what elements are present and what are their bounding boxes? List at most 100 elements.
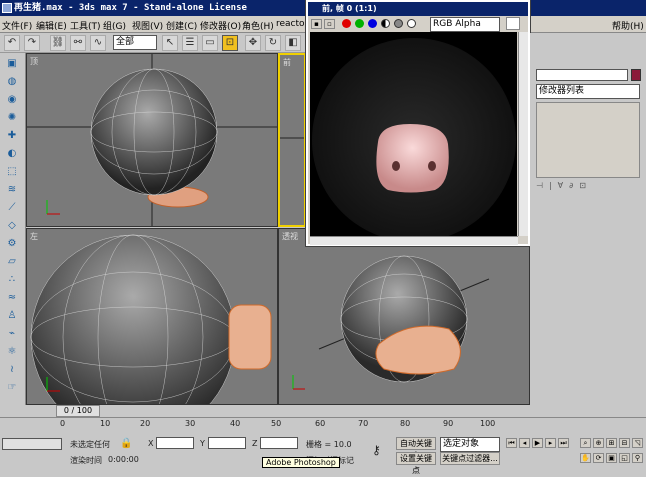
channel-dropdown[interactable]: RGB Alpha	[430, 17, 500, 32]
undo-icon[interactable]: ↶	[4, 35, 20, 51]
render-vertical-scrollbar[interactable]	[518, 32, 528, 236]
arc-rotate-icon[interactable]: ⟳	[593, 453, 604, 463]
menu-character[interactable]: 角色(H)	[242, 19, 274, 32]
selection-status: 未选定任何	[70, 440, 110, 449]
previous-frame-icon[interactable]: ◂	[519, 438, 530, 448]
set-key-button[interactable]: 设置关键点	[396, 452, 436, 475]
frame-counter[interactable]: 0 / 100	[56, 405, 100, 417]
window-crossing-icon[interactable]: ⊡	[222, 35, 238, 51]
select-rotate-icon[interactable]: ↻	[265, 35, 281, 51]
dynamics-icon[interactable]: ⌁	[3, 327, 21, 341]
modifier-stack[interactable]	[536, 102, 640, 178]
viewport-perspective[interactable]: 透视	[278, 228, 530, 405]
menu-views[interactable]: 视图(V)	[132, 19, 163, 32]
maxscript-listener[interactable]	[2, 438, 62, 450]
zoom-icon[interactable]: ⌕	[580, 438, 591, 448]
next-frame-icon[interactable]: ▸	[545, 438, 556, 448]
field-of-view-icon[interactable]: ◹	[632, 438, 643, 448]
pan-icon[interactable]: ☞	[3, 381, 21, 395]
y-coordinate-field[interactable]	[208, 437, 246, 449]
key-icon[interactable]: ⚷	[372, 443, 381, 457]
plane-icon[interactable]: ▱	[3, 255, 21, 269]
rect-selection-icon[interactable]: ▭	[202, 35, 218, 51]
green-channel-icon[interactable]	[355, 19, 364, 28]
sphere-icon[interactable]: ◉	[3, 93, 21, 107]
z-coordinate-field[interactable]	[260, 437, 298, 449]
bone-icon[interactable]: ✚	[3, 129, 21, 143]
menu-create[interactable]: 创建(C)	[166, 19, 197, 32]
stack-controls[interactable]: ⊣|∀∂⊡	[536, 181, 640, 191]
zoom-extents-all-icon[interactable]: ⊟	[619, 438, 630, 448]
zoom-extents-icon[interactable]: ⊞	[606, 438, 617, 448]
loft-icon[interactable]: ⟋	[3, 201, 21, 215]
link-icon[interactable]: ⛓	[50, 35, 66, 51]
select-by-name-icon[interactable]: ☰	[182, 35, 198, 51]
red-channel-icon[interactable]	[342, 19, 351, 28]
x-label: X	[148, 439, 154, 448]
reactor-icon[interactable]: ⚛	[3, 345, 21, 359]
selection-filter-dropdown[interactable]: 全部	[113, 35, 157, 50]
wind-icon[interactable]: ≈	[3, 291, 21, 305]
play-icon[interactable]: ▶	[532, 438, 543, 448]
menu-tools[interactable]: 工具(T)	[70, 19, 101, 32]
time-slider[interactable]: 0 / 100	[26, 405, 530, 417]
save-icon[interactable]: ▪	[311, 19, 322, 29]
maximize-viewport-icon[interactable]: ▣	[606, 453, 617, 463]
clear-icon[interactable]	[407, 19, 416, 28]
menu-help[interactable]: 帮助(H)	[612, 19, 644, 32]
redo-icon[interactable]: ↷	[24, 35, 40, 51]
auto-key-button[interactable]: 自动关键点	[396, 437, 436, 460]
viewport-top[interactable]: 顶	[26, 53, 278, 227]
walkthrough-icon[interactable]: ⚲	[632, 453, 643, 463]
object-name-field[interactable]	[536, 69, 628, 81]
color-swatch[interactable]	[506, 17, 520, 30]
render-window-title-bar: 前, 帧 0 (1:1)	[308, 2, 528, 16]
tick-50: 50	[271, 419, 282, 428]
mono-icon[interactable]	[394, 19, 403, 28]
x-coordinate-field[interactable]	[156, 437, 194, 449]
pan-view-icon[interactable]: ✋	[580, 453, 591, 463]
bind-spacewarp-icon[interactable]: ∿	[90, 35, 106, 51]
viewport-front[interactable]: 前	[278, 53, 306, 227]
top-view-render	[27, 54, 277, 226]
menu-modifiers[interactable]: 修改器(O)	[200, 19, 241, 32]
blue-channel-icon[interactable]	[368, 19, 377, 28]
shape-icon[interactable]: ◇	[3, 219, 21, 233]
alpha-channel-icon[interactable]	[381, 19, 390, 28]
modifier-list-dropdown[interactable]: 修改器列表	[536, 84, 640, 99]
menu-file[interactable]: 文件(F)	[2, 19, 32, 32]
gear-icon[interactable]: ⚙	[3, 237, 21, 251]
helper-icon[interactable]: ⬚	[3, 165, 21, 179]
go-to-start-icon[interactable]: ⏮	[506, 438, 517, 448]
menu-group[interactable]: 组(G)	[103, 19, 126, 32]
menu-reactor[interactable]: reactor	[276, 19, 308, 29]
left-toolbar: ▣ ◍ ◉ ✺ ✚ ◐ ⬚ ≋ ⟋ ◇ ⚙ ▱ ∴ ≈ ♙ ⌁ ⚛ ≀ ☞	[0, 53, 26, 405]
key-filters-button[interactable]: 关键点过滤器...	[440, 452, 500, 465]
menu-edit[interactable]: 编辑(E)	[36, 19, 67, 32]
water-icon[interactable]: ≀	[3, 363, 21, 377]
camera-icon[interactable]: ◐	[3, 147, 21, 161]
unlink-icon[interactable]: ⚯	[70, 35, 86, 51]
light-icon[interactable]: ✺	[3, 111, 21, 125]
viewport-left[interactable]: 左	[26, 228, 278, 405]
lock-icon[interactable]: 🔒	[120, 438, 132, 449]
object-color-swatch[interactable]	[631, 69, 641, 81]
go-to-end-icon[interactable]: ⏭	[558, 438, 569, 448]
spacewarp-icon[interactable]: ≋	[3, 183, 21, 197]
zoom-all-icon[interactable]: ⊕	[593, 438, 604, 448]
zoom-region-icon[interactable]: ◱	[619, 453, 630, 463]
track-bar[interactable]: 0 10 20 30 40 50 60 70 80 90 100	[0, 417, 646, 435]
select-scale-icon[interactable]: ◧	[285, 35, 301, 51]
biped-icon[interactable]: ♙	[3, 309, 21, 323]
clone-icon[interactable]: ▫	[324, 19, 335, 29]
key-mode-value: 选定对象	[443, 439, 480, 449]
box-icon[interactable]: ▣	[3, 57, 21, 71]
key-mode-dropdown[interactable]: 选定对象	[440, 437, 500, 452]
select-move-icon[interactable]: ✥	[245, 35, 261, 51]
cylinder-icon[interactable]: ◍	[3, 75, 21, 89]
render-horizontal-scrollbar[interactable]	[310, 236, 518, 245]
render-toolbar: ▪ ▫ RGB Alpha	[308, 16, 528, 32]
front-view-grid	[280, 137, 304, 139]
particle-icon[interactable]: ∴	[3, 273, 21, 287]
select-object-icon[interactable]: ↖	[162, 35, 178, 51]
